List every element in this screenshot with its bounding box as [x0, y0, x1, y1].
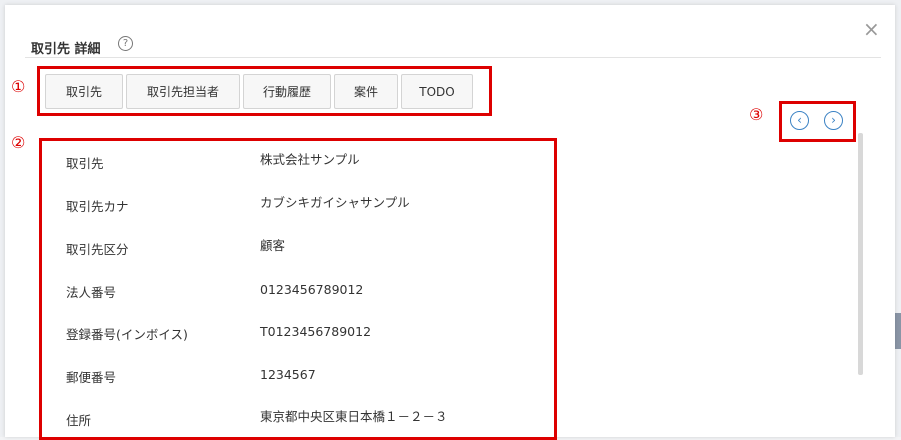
field-value: T0123456789012	[260, 324, 372, 339]
field-label: 登録番号(インボイス)	[66, 327, 188, 342]
field-value: 東京都中央区東日本橋１－２－３	[260, 409, 448, 424]
field-label: 法人番号	[66, 285, 117, 300]
marker-3: ③	[749, 105, 764, 124]
title-divider	[25, 57, 881, 58]
record-navigation: ‹ ›	[779, 101, 856, 142]
tab-activity-history[interactable]: 行動履歴	[243, 74, 331, 109]
tab-account[interactable]: 取引先	[45, 74, 123, 109]
modal-title: 取引先 詳細	[31, 42, 101, 57]
field-label: 郵便番号	[66, 370, 117, 385]
marker-1: ①	[11, 77, 26, 96]
account-detail-modal: 取引先 詳細 ? × ① 取引先 取引先担当者 行動履歴 案件 TODO ③ ‹…	[5, 5, 895, 440]
next-record-button[interactable]: ›	[824, 111, 843, 130]
detail-fields: 取引先 株式会社サンプル 取引先カナ カブシキガイシャサンプル 取引先区分 顧客…	[39, 138, 557, 440]
vertical-scrollbar[interactable]	[858, 133, 863, 375]
field-label: 住所	[66, 413, 92, 428]
field-value: 0123456789012	[260, 282, 364, 297]
field-label: 取引先カナ	[66, 199, 129, 214]
field-value: カブシキガイシャサンプル	[260, 195, 410, 210]
close-icon[interactable]: ×	[863, 19, 880, 39]
field-value: 1234567	[260, 367, 316, 382]
previous-record-button[interactable]: ‹	[790, 111, 809, 130]
tab-deal[interactable]: 案件	[334, 74, 398, 109]
help-icon[interactable]: ?	[118, 36, 133, 51]
marker-2: ②	[11, 133, 26, 152]
tab-bar: 取引先 取引先担当者 行動履歴 案件 TODO	[37, 66, 492, 116]
field-label: 取引先	[66, 156, 104, 171]
field-value: 顧客	[260, 238, 286, 253]
tab-todo[interactable]: TODO	[401, 74, 473, 109]
field-label: 取引先区分	[66, 242, 129, 257]
tab-contact[interactable]: 取引先担当者	[126, 74, 240, 109]
field-value: 株式会社サンプル	[260, 152, 360, 167]
